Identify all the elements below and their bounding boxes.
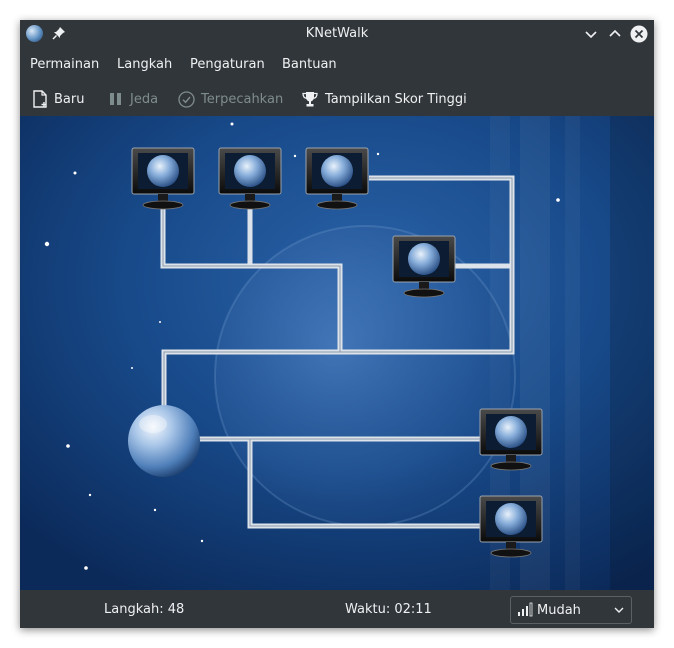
- knetwalk-window: KNetWalk Permainan Langkah Pengaturan Ba…: [20, 20, 654, 628]
- window-title: KNetWalk: [305, 26, 369, 41]
- close-icon[interactable]: [630, 25, 648, 43]
- highscores-label: Tampilkan Skor Tinggi: [325, 91, 467, 107]
- difficulty-bars-icon: [518, 602, 533, 617]
- board-graphics: [20, 116, 654, 590]
- difficulty-value: Mudah: [537, 602, 581, 618]
- solved-check-icon: [178, 90, 195, 108]
- solve-label: Terpecahkan: [201, 91, 284, 107]
- game-board[interactable]: [20, 116, 654, 590]
- menu-permainan[interactable]: Permainan: [30, 57, 99, 72]
- status-bar: Langkah: 48 Waktu: 02:11 Mudah: [20, 590, 654, 628]
- menu-bantuan[interactable]: Bantuan: [282, 57, 337, 72]
- new-document-icon: [33, 90, 47, 108]
- minimize-icon[interactable]: [582, 25, 600, 43]
- elapsed-time: Waktu: 02:11: [345, 602, 432, 617]
- toolbar: Baru Jeda Terpecahkan Tampilkan Skor Tin…: [20, 82, 654, 116]
- menu-pengaturan[interactable]: Pengaturan: [190, 57, 265, 72]
- pause-label: Jeda: [130, 91, 159, 107]
- new-game-label: Baru: [54, 91, 85, 107]
- menu-langkah[interactable]: Langkah: [117, 57, 172, 72]
- pause-icon: [110, 93, 121, 105]
- menu-bar: Permainan Langkah Pengaturan Bantuan: [20, 48, 654, 80]
- difficulty-select[interactable]: Mudah: [510, 596, 632, 624]
- maximize-icon[interactable]: [606, 25, 624, 43]
- moves-counter: Langkah: 48: [104, 602, 185, 617]
- new-game-button[interactable]: Baru: [32, 88, 84, 110]
- pause-button[interactable]: Jeda: [108, 88, 158, 110]
- highscores-button[interactable]: Tampilkan Skor Tinggi: [301, 88, 467, 110]
- title-bar[interactable]: KNetWalk: [20, 20, 654, 48]
- server-globe-icon[interactable]: [128, 405, 200, 477]
- chevron-down-icon: [614, 607, 624, 613]
- solve-button[interactable]: Terpecahkan: [178, 88, 283, 110]
- background-earth: [215, 226, 515, 526]
- trophy-icon: [302, 92, 318, 107]
